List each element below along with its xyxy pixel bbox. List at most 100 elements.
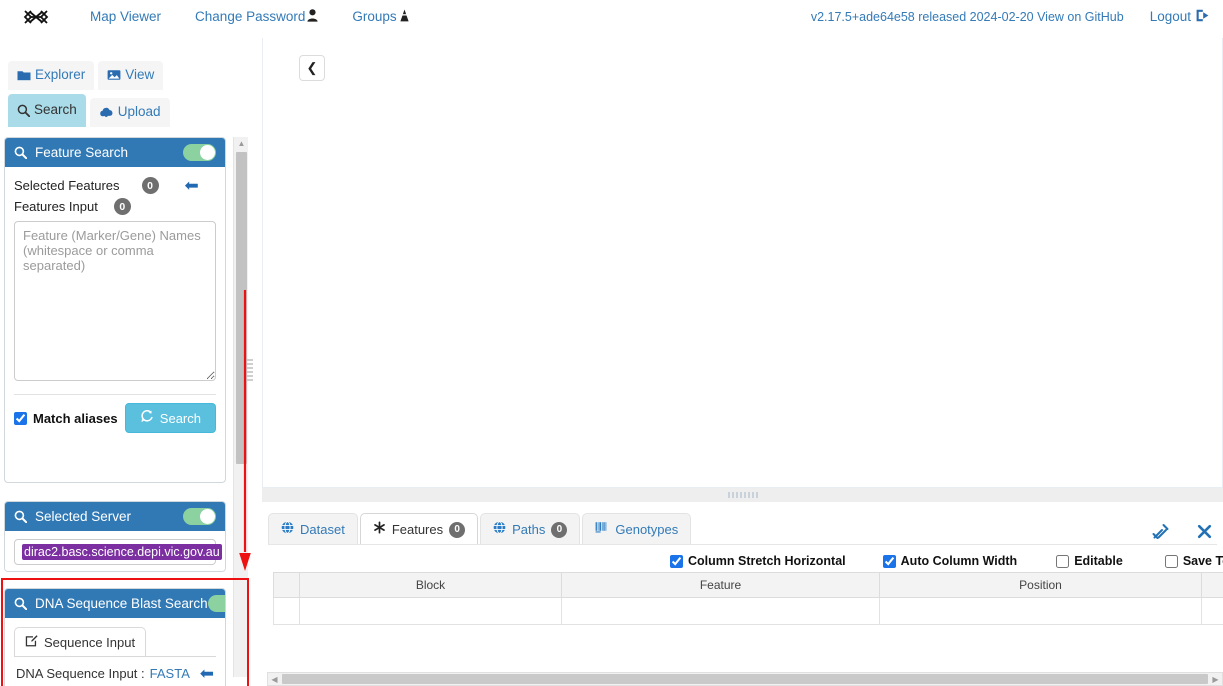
table-horizontal-scrollbar-thumb[interactable] xyxy=(282,674,1208,684)
nav-link-change-password-label: Change Password xyxy=(195,9,306,24)
save-to-database-checkbox[interactable] xyxy=(1164,554,1178,568)
sidebar-tab-upload[interactable]: Upload xyxy=(89,97,170,127)
scroll-up-arrow-icon[interactable]: ▲ xyxy=(234,137,249,150)
sidebar-tab-search[interactable]: Search xyxy=(8,93,86,127)
nav-link-groups[interactable]: Groups xyxy=(352,9,409,25)
map-viewer-canvas[interactable] xyxy=(262,38,1223,488)
feature-search-button[interactable]: Search xyxy=(124,403,216,433)
option-auto-column-width-label: Auto Column Width xyxy=(900,554,1018,568)
table-row-header-corner xyxy=(273,573,300,598)
pretzel-logo[interactable] xyxy=(22,6,50,28)
image-icon xyxy=(107,69,121,81)
version-info[interactable]: v2.17.5+ade64e58 released 2024-02-20 Vie… xyxy=(811,10,1124,24)
blast-inner-tab-bar: Sequence Input xyxy=(14,626,216,657)
bottom-panel-actions xyxy=(1151,522,1213,541)
selected-server-header[interactable]: Selected Server xyxy=(5,502,225,531)
feature-search-header[interactable]: Feature Search xyxy=(5,138,225,167)
selected-server-body: dirac2.basc.science.depi.vic.gov.au xyxy=(5,531,225,571)
logout-button[interactable]: Logout xyxy=(1150,9,1209,25)
option-auto-column-width[interactable]: Auto Column Width xyxy=(882,554,1018,568)
table-cell-feature[interactable] xyxy=(561,596,880,625)
nav-link-change-password[interactable]: Change Password xyxy=(195,8,318,25)
match-aliases-checkbox[interactable] xyxy=(14,411,27,425)
selected-features-count: 0 xyxy=(141,177,159,194)
feature-search-button-label: Search xyxy=(159,410,201,426)
bottom-tab-bar: Dataset Features 0 Paths 0 Genotypes xyxy=(268,513,693,545)
option-editable[interactable]: Editable xyxy=(1056,554,1123,568)
feature-search-toggle[interactable] xyxy=(183,144,216,161)
table-cell-block[interactable] xyxy=(299,596,562,625)
blast-search-title: DNA Sequence Blast Search xyxy=(35,596,208,611)
features-input-count: 0 xyxy=(113,198,131,215)
table-column-header-feature[interactable]: Feature xyxy=(561,573,880,598)
auto-column-width-checkbox[interactable] xyxy=(882,554,896,568)
globe-icon xyxy=(493,521,506,538)
dna-sequence-input-value[interactable]: FASTA xyxy=(150,666,190,681)
search-icon xyxy=(14,510,27,523)
tab-paths-count: 0 xyxy=(551,521,568,538)
tab-dataset-label: Dataset xyxy=(300,521,345,537)
dna-sequence-input-label: DNA Sequence Input : xyxy=(16,666,145,681)
selected-server-toggle[interactable] xyxy=(183,508,216,525)
edit-icon xyxy=(25,634,38,650)
blast-search-body: Sequence Input DNA Sequence Input : FAST… xyxy=(5,618,225,682)
table-column-header-extra xyxy=(1201,573,1223,598)
collapse-sidebar-button[interactable]: ❮ xyxy=(299,55,325,81)
option-save-to-database[interactable]: Save To Database xyxy=(1164,554,1223,568)
features-input-label: Features Input xyxy=(14,199,98,214)
table-options-row: Column Stretch Horizontal Auto Column Wi… xyxy=(262,550,1223,572)
sidebar-tab-view[interactable]: View xyxy=(98,61,164,90)
app-root: Map Viewer Change Password Groups v2.17.… xyxy=(0,0,1223,686)
tab-sequence-input[interactable]: Sequence Input xyxy=(14,627,147,656)
logout-label: Logout xyxy=(1149,9,1191,24)
table-header-row: Block Feature Position xyxy=(273,573,1223,598)
dna-sequence-back-arrow-icon[interactable]: ⬅ xyxy=(200,665,214,682)
close-icon[interactable] xyxy=(1196,523,1213,540)
feature-search-actions: Match aliases Search xyxy=(14,403,216,433)
selected-features-back-arrow-icon[interactable]: ⬅ xyxy=(185,177,199,194)
server-url-input[interactable]: dirac2.basc.science.depi.vic.gov.au xyxy=(14,539,222,565)
search-icon xyxy=(14,597,27,610)
match-aliases-checkbox-label[interactable]: Match aliases xyxy=(14,411,118,426)
group-icon xyxy=(399,9,410,25)
nav-link-groups-label: Groups xyxy=(352,9,397,24)
tab-genotypes[interactable]: Genotypes xyxy=(582,513,692,545)
sidebar-tab-explorer[interactable]: Explorer xyxy=(8,61,95,90)
blast-search-header[interactable]: DNA Sequence Blast Search xyxy=(5,589,225,618)
blast-search-toggle[interactable] xyxy=(207,595,225,612)
tab-features[interactable]: Features 0 xyxy=(359,513,479,545)
left-sidebar: Explorer View Search Upload Feature Sear… xyxy=(0,33,232,686)
search-icon xyxy=(17,104,30,117)
match-aliases-label: Match aliases xyxy=(33,410,118,426)
sidebar-tab-explorer-label: Explorer xyxy=(35,67,86,82)
option-save-to-database-label: Save To Database xyxy=(1182,554,1223,568)
nav-link-map-viewer[interactable]: Map Viewer xyxy=(90,9,161,24)
table-column-header-position[interactable]: Position xyxy=(879,573,1202,598)
scroll-right-arrow-icon[interactable]: ▶ xyxy=(1209,675,1222,684)
features-table[interactable]: Block Feature Position xyxy=(273,572,1223,670)
option-column-stretch-horizontal-label: Column Stretch Horizontal xyxy=(688,554,846,568)
table-cell-position[interactable] xyxy=(879,596,1202,625)
chevron-left-icon: ❮ xyxy=(306,60,318,75)
feature-search-body: Selected Features 0 ⬅ Features Input 0 M… xyxy=(5,167,225,441)
feature-search-panel: Feature Search Selected Features 0 ⬅ Fea… xyxy=(4,137,226,483)
tab-paths[interactable]: Paths 0 xyxy=(480,513,581,545)
column-stretch-horizontal-checkbox[interactable] xyxy=(670,554,683,568)
horizontal-splitter[interactable] xyxy=(262,488,1223,502)
table-row[interactable] xyxy=(273,596,1223,625)
selected-features-label: Selected Features xyxy=(14,178,120,193)
table-cell-extra[interactable] xyxy=(1201,596,1223,625)
scroll-left-arrow-icon[interactable]: ◀ xyxy=(268,675,281,684)
table-horizontal-scrollbar[interactable]: ◀ ▶ xyxy=(267,672,1223,686)
editable-checkbox[interactable] xyxy=(1056,554,1070,568)
option-column-stretch-horizontal[interactable]: Column Stretch Horizontal xyxy=(670,554,846,568)
selected-server-title: Selected Server xyxy=(35,509,132,524)
table-row-header-cell xyxy=(273,596,300,625)
selected-server-panel: Selected Server dirac2.basc.science.depi… xyxy=(4,501,226,572)
expand-diagonal-icon[interactable] xyxy=(1151,522,1170,541)
tab-dataset[interactable]: Dataset xyxy=(268,513,358,545)
feature-search-title: Feature Search xyxy=(35,145,129,160)
table-column-header-block[interactable]: Block xyxy=(299,573,562,598)
features-input-textarea[interactable] xyxy=(14,221,216,381)
user-icon xyxy=(307,8,318,25)
